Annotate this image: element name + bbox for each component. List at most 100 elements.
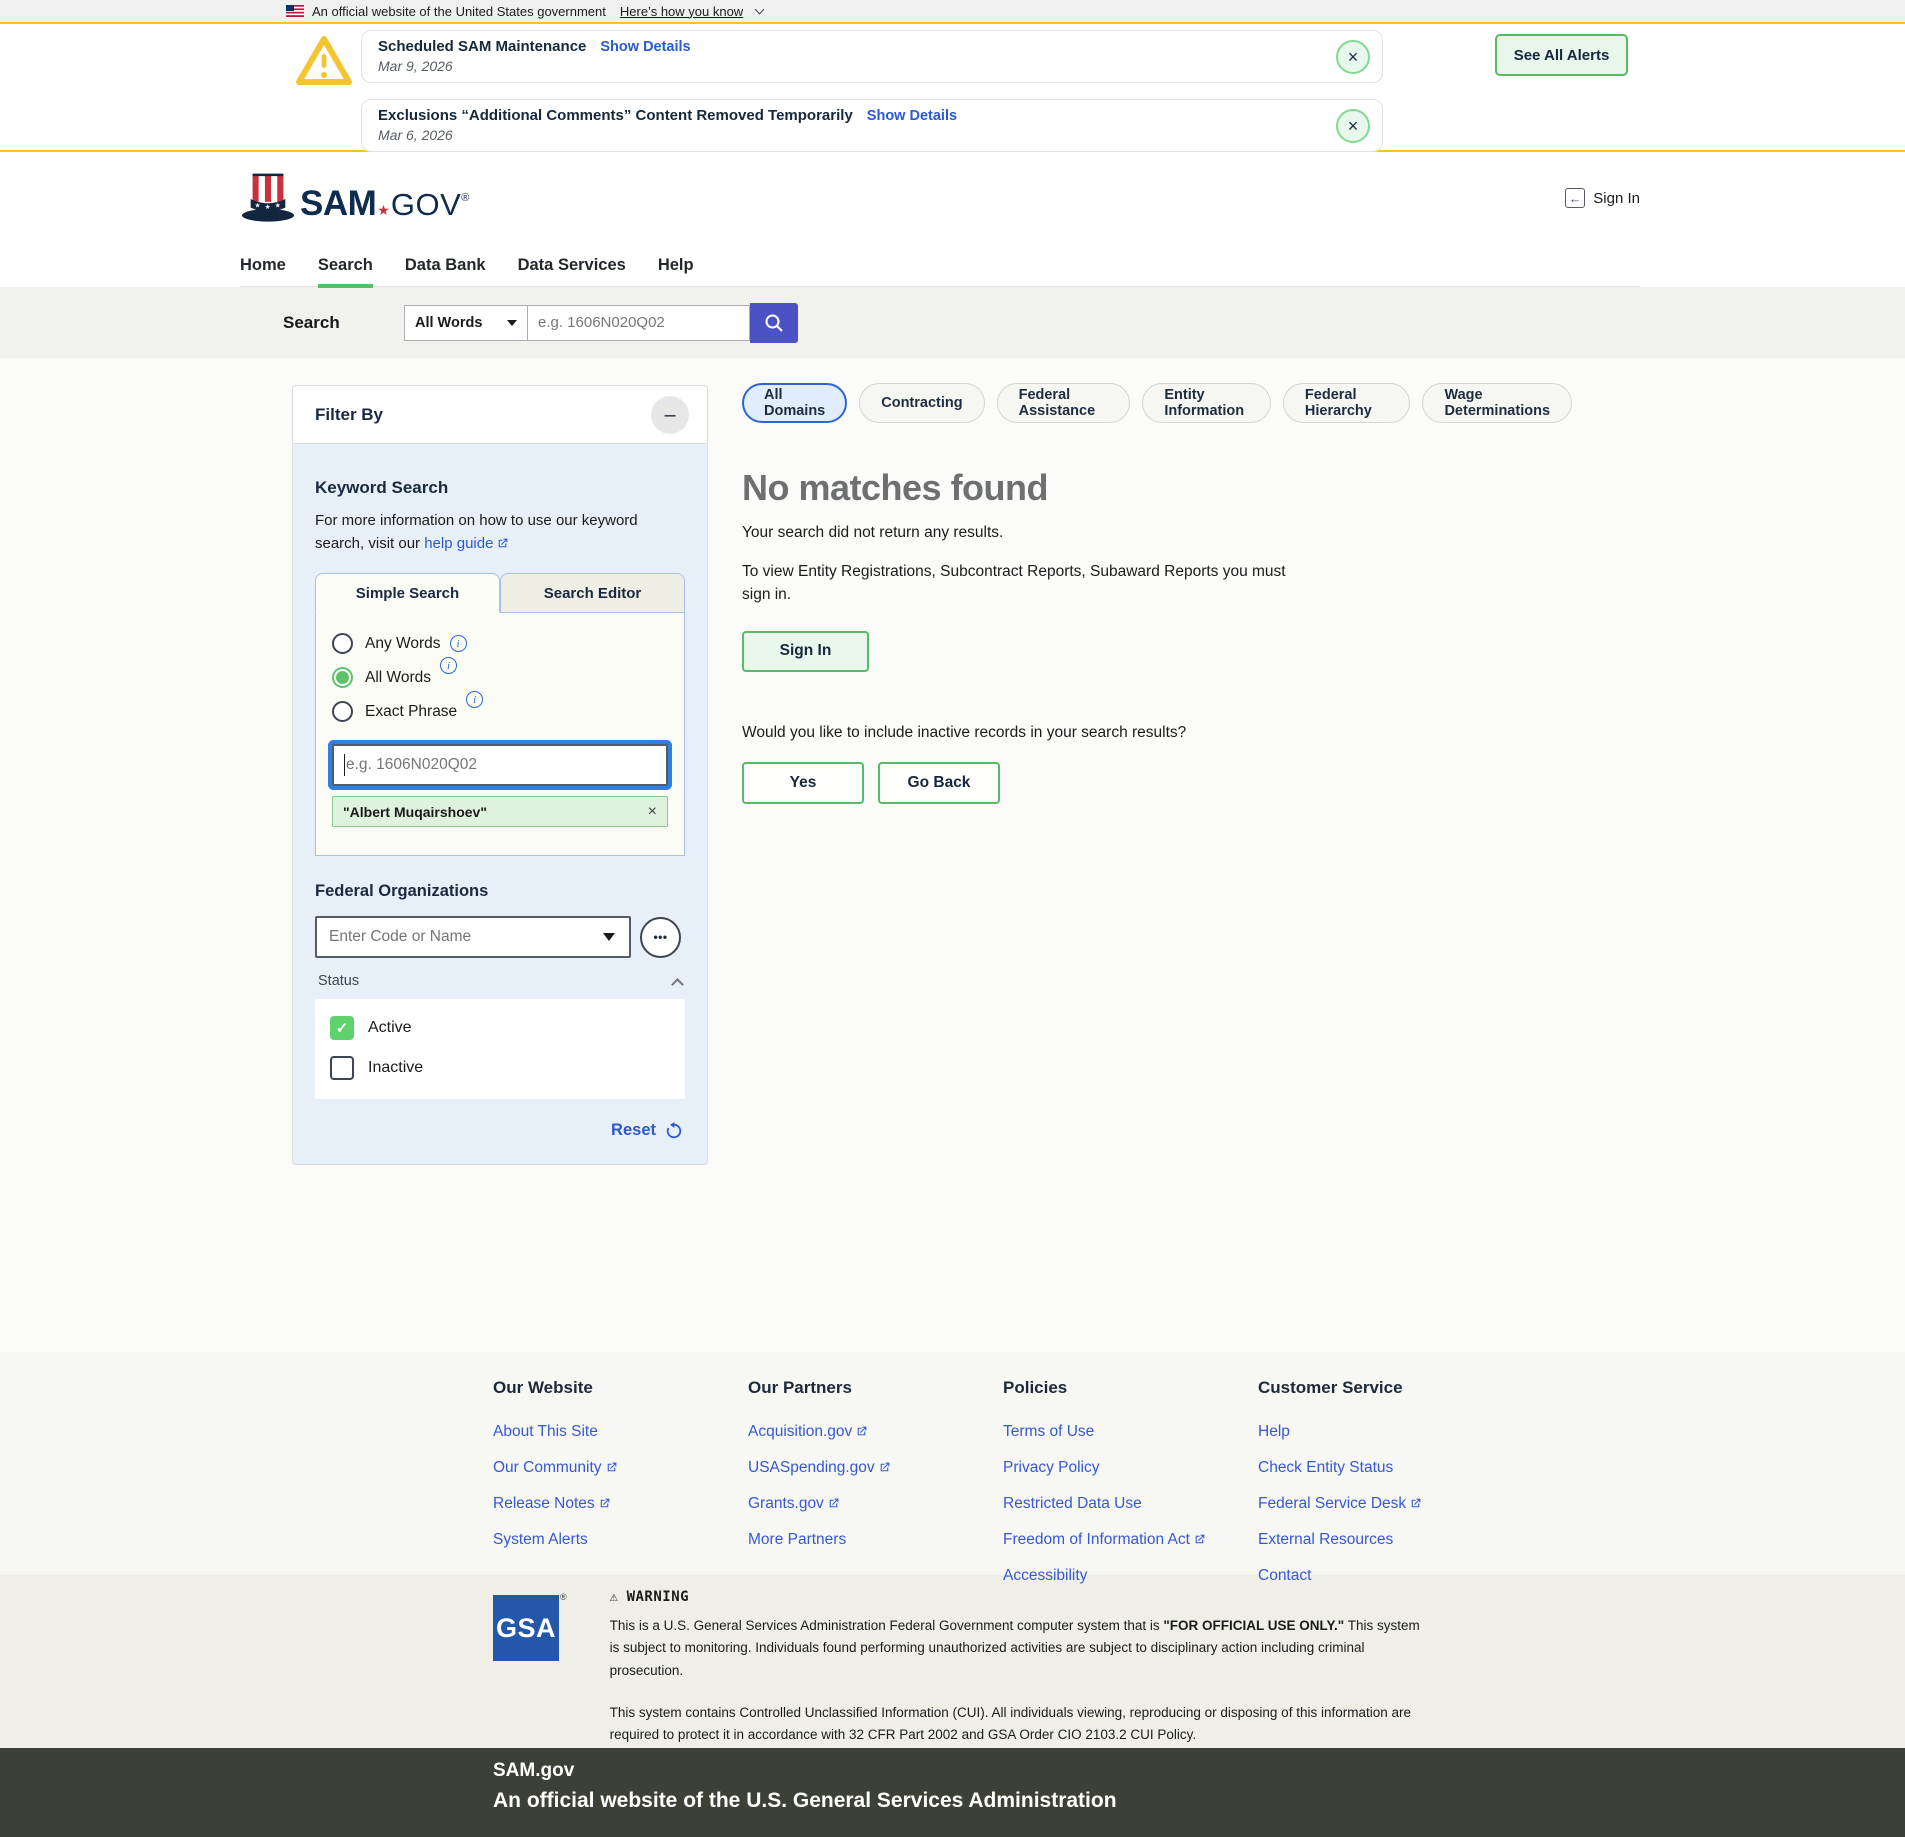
pill-wage-determinations[interactable]: Wage Determinations [1422, 383, 1572, 423]
nav-data-services[interactable]: Data Services [518, 244, 626, 286]
no-results-message: Your search did not return any results. [742, 524, 1572, 542]
tab-simple-search[interactable]: Simple Search [315, 573, 500, 613]
pill-federal-hierarchy[interactable]: Federal Hierarchy [1283, 383, 1411, 423]
chevron-up-icon [671, 978, 684, 991]
search-icon [762, 311, 786, 335]
keyword-tabs: Simple Search Search Editor [315, 573, 685, 613]
status-active-row[interactable]: ✓ Active [330, 1016, 670, 1040]
status-section-toggle[interactable]: Status [315, 973, 685, 989]
brand-sam: SAM [300, 184, 376, 224]
external-link-icon [496, 537, 509, 550]
footer-site-name: SAM.gov [493, 1760, 1905, 1782]
more-options-button[interactable]: ••• [640, 917, 681, 958]
checkbox-label: Active [368, 1019, 412, 1037]
footer-link[interactable]: Check Entity Status [1258, 1459, 1393, 1476]
sam-gov-logo[interactable]: ★★★ SAM ★ GOV ® [240, 172, 469, 224]
ellipsis-icon: ••• [653, 930, 667, 944]
federal-orgs-heading: Federal Organizations [315, 882, 685, 901]
footer-link[interactable]: Privacy Policy [1003, 1459, 1099, 1476]
footer-link[interactable]: Federal Service Desk [1258, 1495, 1422, 1512]
radio-any-words[interactable] [332, 633, 353, 654]
star-icon: ★ [377, 202, 390, 219]
footer-link[interactable]: Our Community [493, 1459, 618, 1476]
federal-orgs-combobox[interactable] [315, 916, 631, 958]
status-inactive-row[interactable]: Inactive [330, 1056, 670, 1080]
footer-link[interactable]: About This Site [493, 1423, 598, 1440]
show-details-link[interactable]: Show Details [867, 108, 957, 124]
sign-in-button[interactable]: Sign In [742, 631, 869, 672]
footer-link[interactable]: Grants.gov [748, 1495, 840, 1512]
heres-how-link[interactable]: Here’s how you know [620, 4, 743, 19]
chip-label: "Albert Muqairshoev" [343, 804, 487, 820]
footer-link[interactable]: USASpending.gov [748, 1459, 891, 1476]
close-alert-button[interactable]: × [1336, 109, 1370, 143]
federal-orgs-input[interactable] [329, 928, 579, 946]
footer-link[interactable]: Release Notes [493, 1495, 611, 1512]
pill-contracting[interactable]: Contracting [859, 383, 984, 423]
enter-icon: ← [1565, 188, 1585, 208]
footer-link[interactable]: System Alerts [493, 1531, 588, 1548]
collapse-filters-button[interactable]: – [651, 396, 689, 434]
help-guide-link[interactable]: help guide [424, 535, 509, 552]
search-button[interactable] [750, 303, 798, 343]
search-label: Search [283, 313, 404, 333]
registered-mark: ® [461, 192, 469, 204]
show-details-link[interactable]: Show Details [600, 39, 690, 55]
search-input[interactable] [528, 305, 750, 341]
pill-federal-assistance[interactable]: Federal Assistance [997, 383, 1131, 423]
sign-in-link[interactable]: ← Sign In [1565, 188, 1640, 208]
alert-date: Mar 9, 2026 [378, 58, 1322, 74]
footer-link[interactable]: Help [1258, 1423, 1290, 1440]
search-mode-select[interactable]: All Words [404, 305, 528, 341]
gsa-logo: GSA [493, 1595, 559, 1661]
footer-col-title: Our Website [493, 1378, 748, 1398]
inactive-records-question: Would you like to include inactive recor… [742, 724, 1572, 742]
svg-text:★: ★ [265, 203, 271, 211]
registered-mark: ® [560, 1592, 567, 1602]
checkbox-active-checked[interactable]: ✓ [330, 1016, 354, 1040]
go-back-button[interactable]: Go Back [878, 762, 1000, 804]
warning-title: WARNING [627, 1589, 690, 1605]
close-alert-button[interactable]: × [1336, 40, 1370, 74]
pill-all-domains[interactable]: All Domains [742, 383, 847, 423]
pill-entity-information[interactable]: Entity Information [1142, 383, 1271, 423]
nav-data-bank[interactable]: Data Bank [405, 244, 486, 286]
alert-card-maintenance: Scheduled SAM Maintenance Show Details M… [361, 30, 1383, 83]
external-link-icon [605, 1461, 618, 1474]
info-icon[interactable]: i [440, 657, 457, 674]
footer-col-customer-service: Customer Service Help Check Entity Statu… [1258, 1378, 1513, 1575]
checkbox-inactive-unchecked[interactable] [330, 1056, 354, 1080]
radio-exact-phrase[interactable] [332, 701, 353, 722]
footer-link[interactable]: Restricted Data Use [1003, 1495, 1142, 1512]
footer-link[interactable]: Accessibility [1003, 1567, 1087, 1584]
info-icon[interactable]: i [466, 691, 483, 708]
tab-search-editor[interactable]: Search Editor [500, 573, 685, 613]
reset-filters-link[interactable]: Reset [315, 1121, 685, 1140]
svg-text:★: ★ [255, 202, 261, 210]
see-all-alerts-button[interactable]: See All Alerts [1495, 34, 1628, 76]
check-icon: ✓ [336, 1019, 349, 1037]
footer-link[interactable]: Contact [1258, 1567, 1311, 1584]
footer-link[interactable]: External Resources [1258, 1531, 1393, 1548]
main-content: Filter By – Keyword Search For more info… [0, 358, 1905, 1352]
footer-link[interactable]: Freedom of Information Act [1003, 1531, 1206, 1548]
nav-home[interactable]: Home [240, 244, 286, 286]
info-icon[interactable]: i [450, 635, 467, 652]
results-area: All Domains Contracting Federal Assistan… [742, 383, 1572, 804]
footer-link[interactable]: Terms of Use [1003, 1423, 1094, 1440]
nav-search[interactable]: Search [318, 244, 373, 286]
footer-link[interactable]: Acquisition.gov [748, 1423, 868, 1440]
footer-col-title: Policies [1003, 1378, 1258, 1398]
footer-link[interactable]: More Partners [748, 1531, 846, 1548]
remove-chip-icon[interactable]: × [648, 804, 657, 820]
domain-filter-pills: All Domains Contracting Federal Assistan… [742, 383, 1572, 423]
radio-all-words[interactable] [332, 667, 353, 688]
nav-help[interactable]: Help [658, 244, 694, 286]
yes-button[interactable]: Yes [742, 762, 864, 804]
chevron-down-icon [507, 320, 517, 326]
footer-links: Our Website About This Site Our Communit… [0, 1352, 1905, 1575]
minus-icon: – [664, 404, 675, 426]
keyword-chip: "Albert Muqairshoev" × [332, 796, 668, 827]
uncle-sam-hat-icon: ★★★ [240, 172, 296, 224]
keyword-input[interactable]: e.g. 1606N020Q02 [332, 744, 668, 786]
